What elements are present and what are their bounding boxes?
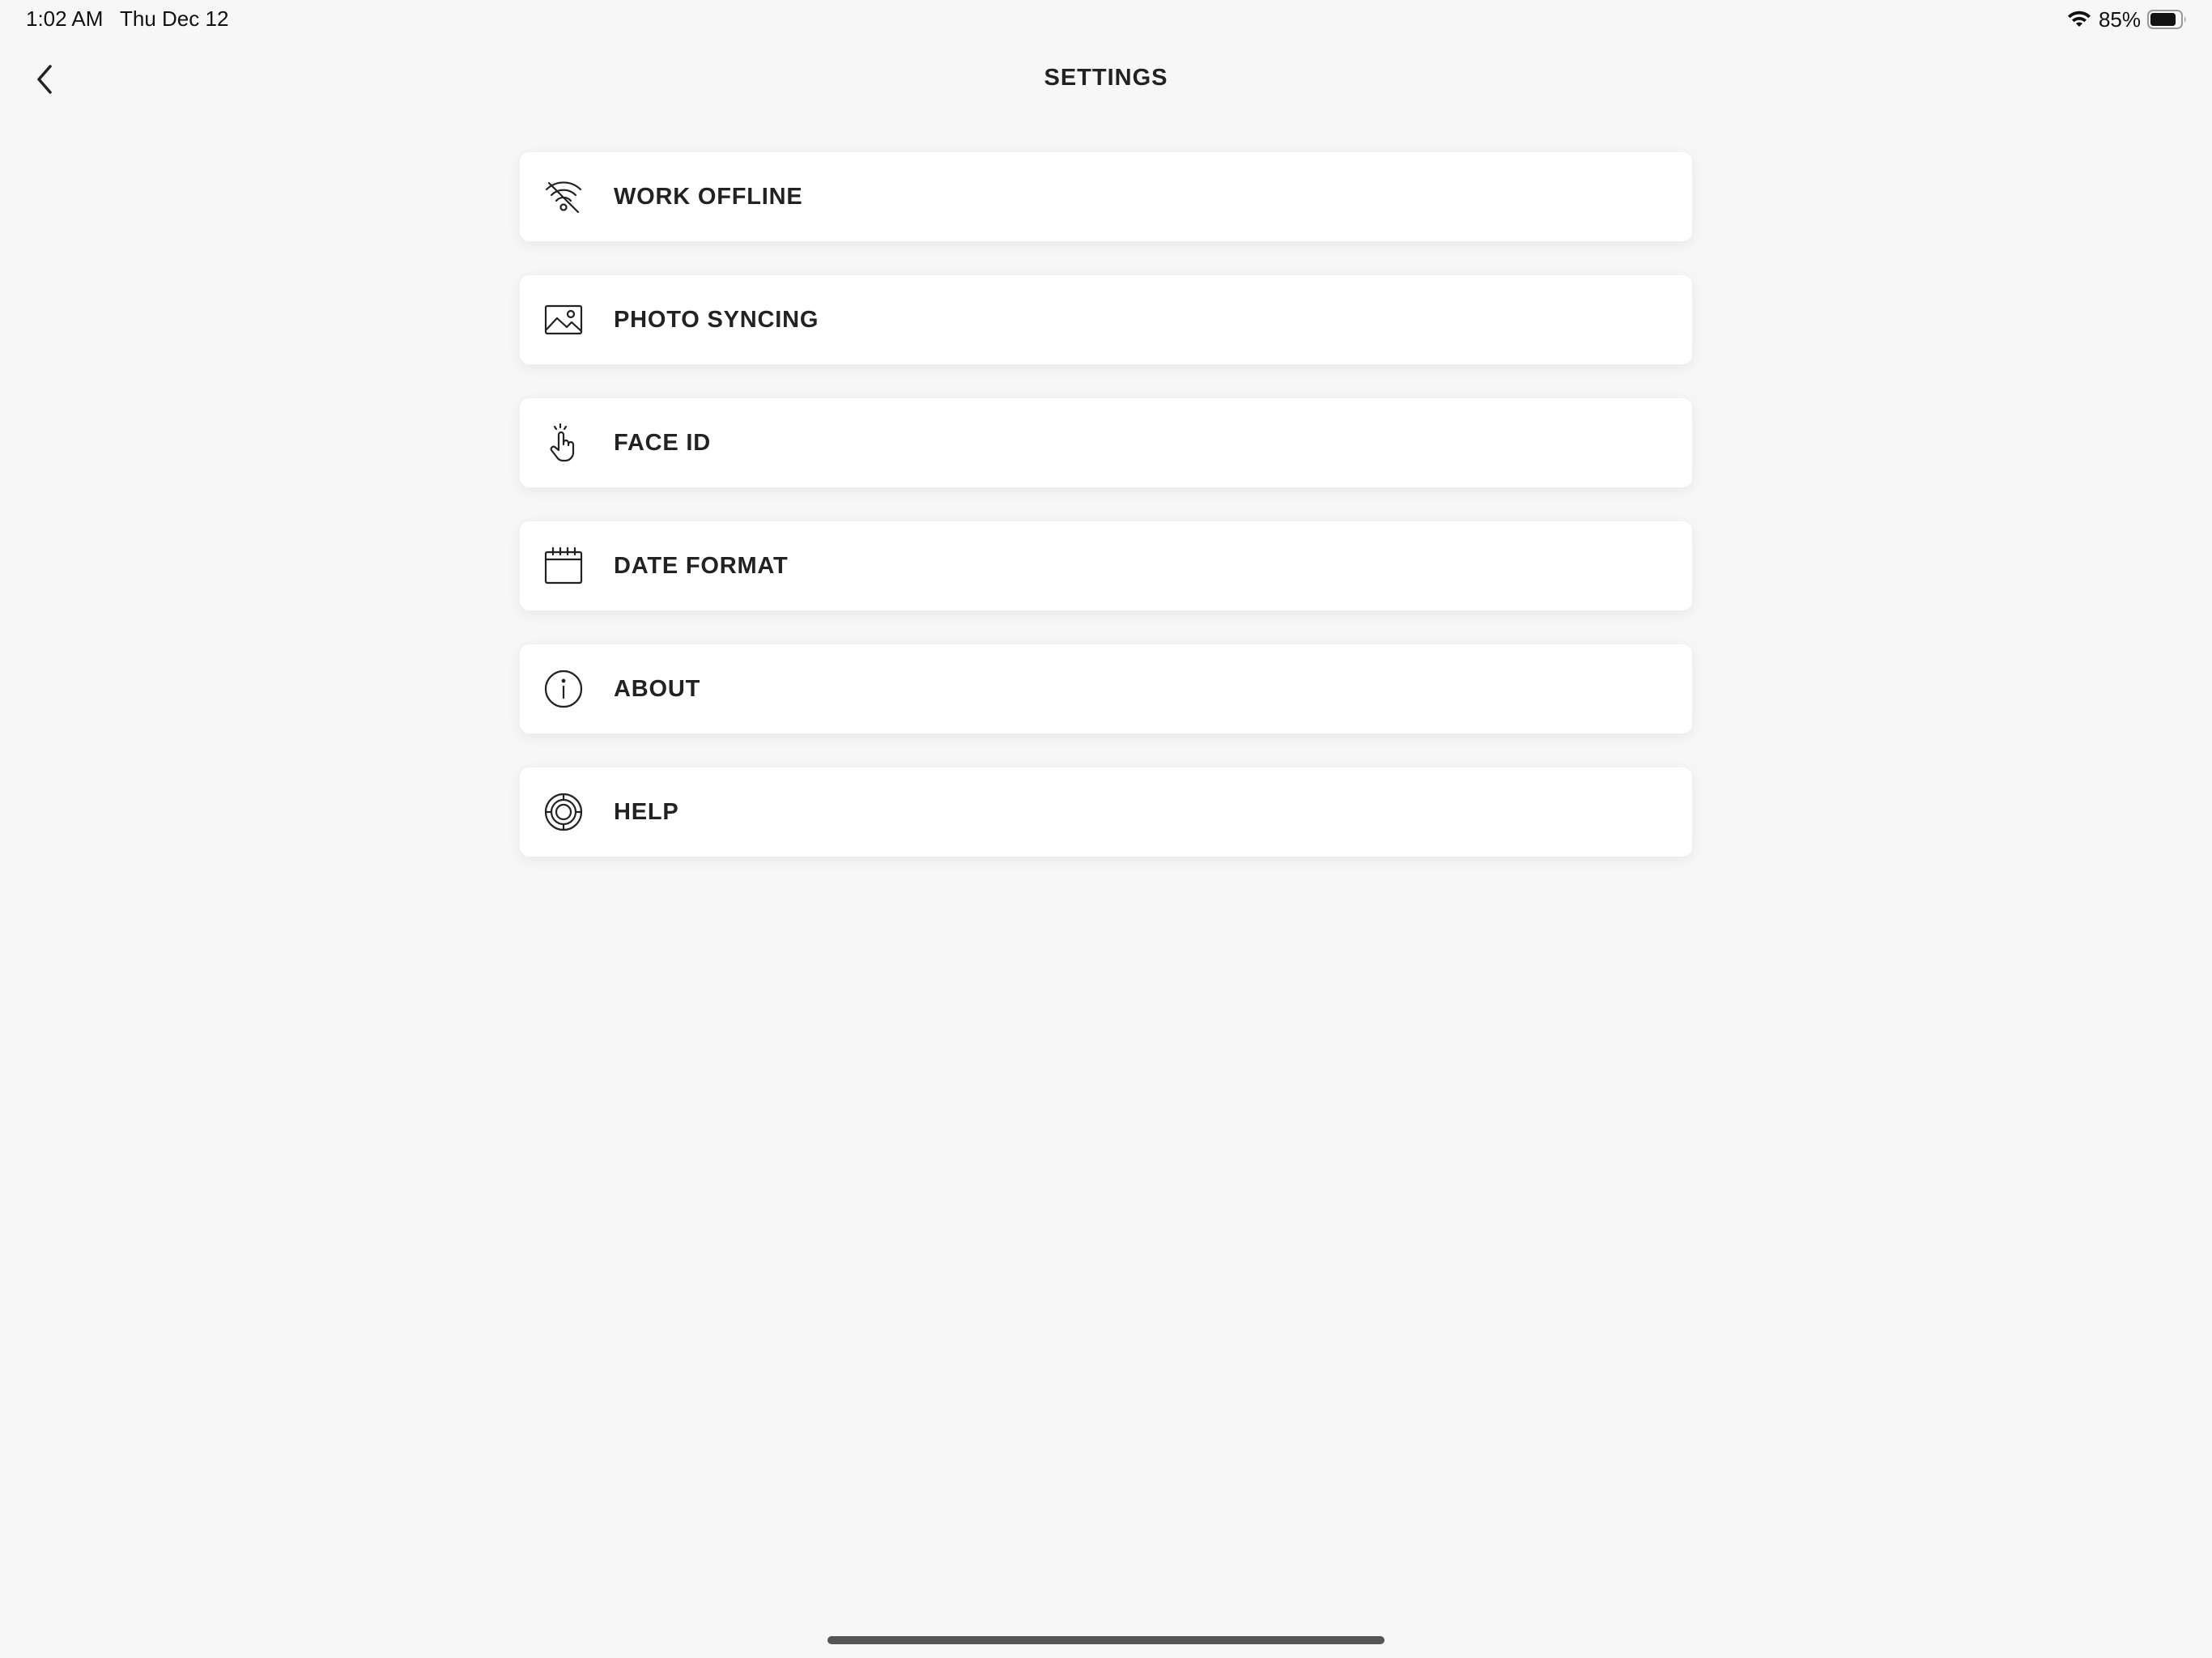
calendar-icon [542, 545, 585, 587]
navigation-bar: SETTINGS [0, 49, 2212, 110]
item-label: WORK OFFLINE [614, 183, 803, 210]
item-label: DATE FORMAT [614, 552, 789, 579]
touch-hand-icon [542, 422, 585, 464]
lifebuoy-icon [542, 791, 585, 833]
status-bar: 1:02 AM Thu Dec 12 85% [0, 0, 2212, 39]
wifi-off-icon [542, 176, 585, 218]
face-id-item[interactable]: FACE ID [520, 398, 1692, 487]
image-icon [542, 299, 585, 341]
page-title: SETTINGS [1044, 65, 1168, 91]
settings-list: WORK OFFLINE PHOTO SYNCING FACE ID DATE … [520, 152, 1692, 891]
item-label: ABOUT [614, 675, 701, 702]
item-label: FACE ID [614, 429, 711, 456]
item-label: HELP [614, 798, 679, 825]
photo-syncing-item[interactable]: PHOTO SYNCING [520, 275, 1692, 364]
home-indicator[interactable] [827, 1636, 1385, 1644]
info-icon [542, 668, 585, 710]
battery-icon [2147, 9, 2188, 30]
status-time: 1:02 AM [26, 6, 104, 31]
work-offline-item[interactable]: WORK OFFLINE [520, 152, 1692, 241]
battery-percent: 85% [2098, 6, 2141, 32]
help-item[interactable]: HELP [520, 767, 1692, 857]
about-item[interactable]: ABOUT [520, 644, 1692, 733]
date-format-item[interactable]: DATE FORMAT [520, 521, 1692, 610]
status-date: Thu Dec 12 [120, 6, 229, 31]
item-label: PHOTO SYNCING [614, 306, 819, 333]
wifi-icon [2066, 10, 2092, 29]
status-indicators: 85% [2066, 5, 2188, 34]
